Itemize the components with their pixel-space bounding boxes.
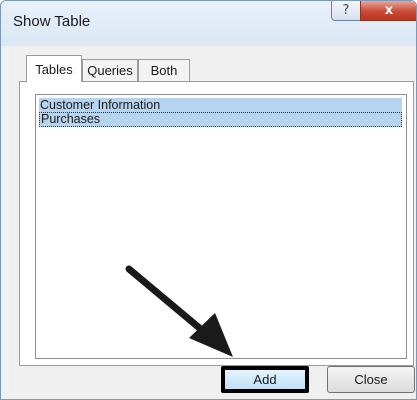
add-button[interactable]: Add	[221, 366, 309, 393]
close-button[interactable]: Close	[327, 366, 415, 393]
tab-both[interactable]: Both	[138, 59, 190, 81]
close-icon: x	[384, 3, 394, 18]
list-item-customer-information[interactable]: Customer Information	[39, 98, 402, 113]
show-table-dialog: Show Table ? x Tables Queries Both Custo…	[0, 0, 417, 400]
list-item-purchases[interactable]: Purchases	[39, 112, 402, 127]
tab-tables[interactable]: Tables	[26, 55, 82, 82]
window-close-button[interactable]: x	[360, 1, 416, 21]
window-title: Show Table	[13, 13, 91, 30]
table-listbox[interactable]: Customer Information Purchases	[35, 94, 407, 359]
help-icon: ?	[342, 3, 350, 18]
title-bar[interactable]: Show Table ? x	[1, 1, 416, 46]
tab-panel-tables: Customer Information Purchases	[19, 81, 414, 366]
dialog-body: Tables Queries Both Customer Information…	[9, 46, 416, 399]
help-button[interactable]: ?	[331, 1, 361, 21]
tab-queries[interactable]: Queries	[82, 59, 138, 81]
